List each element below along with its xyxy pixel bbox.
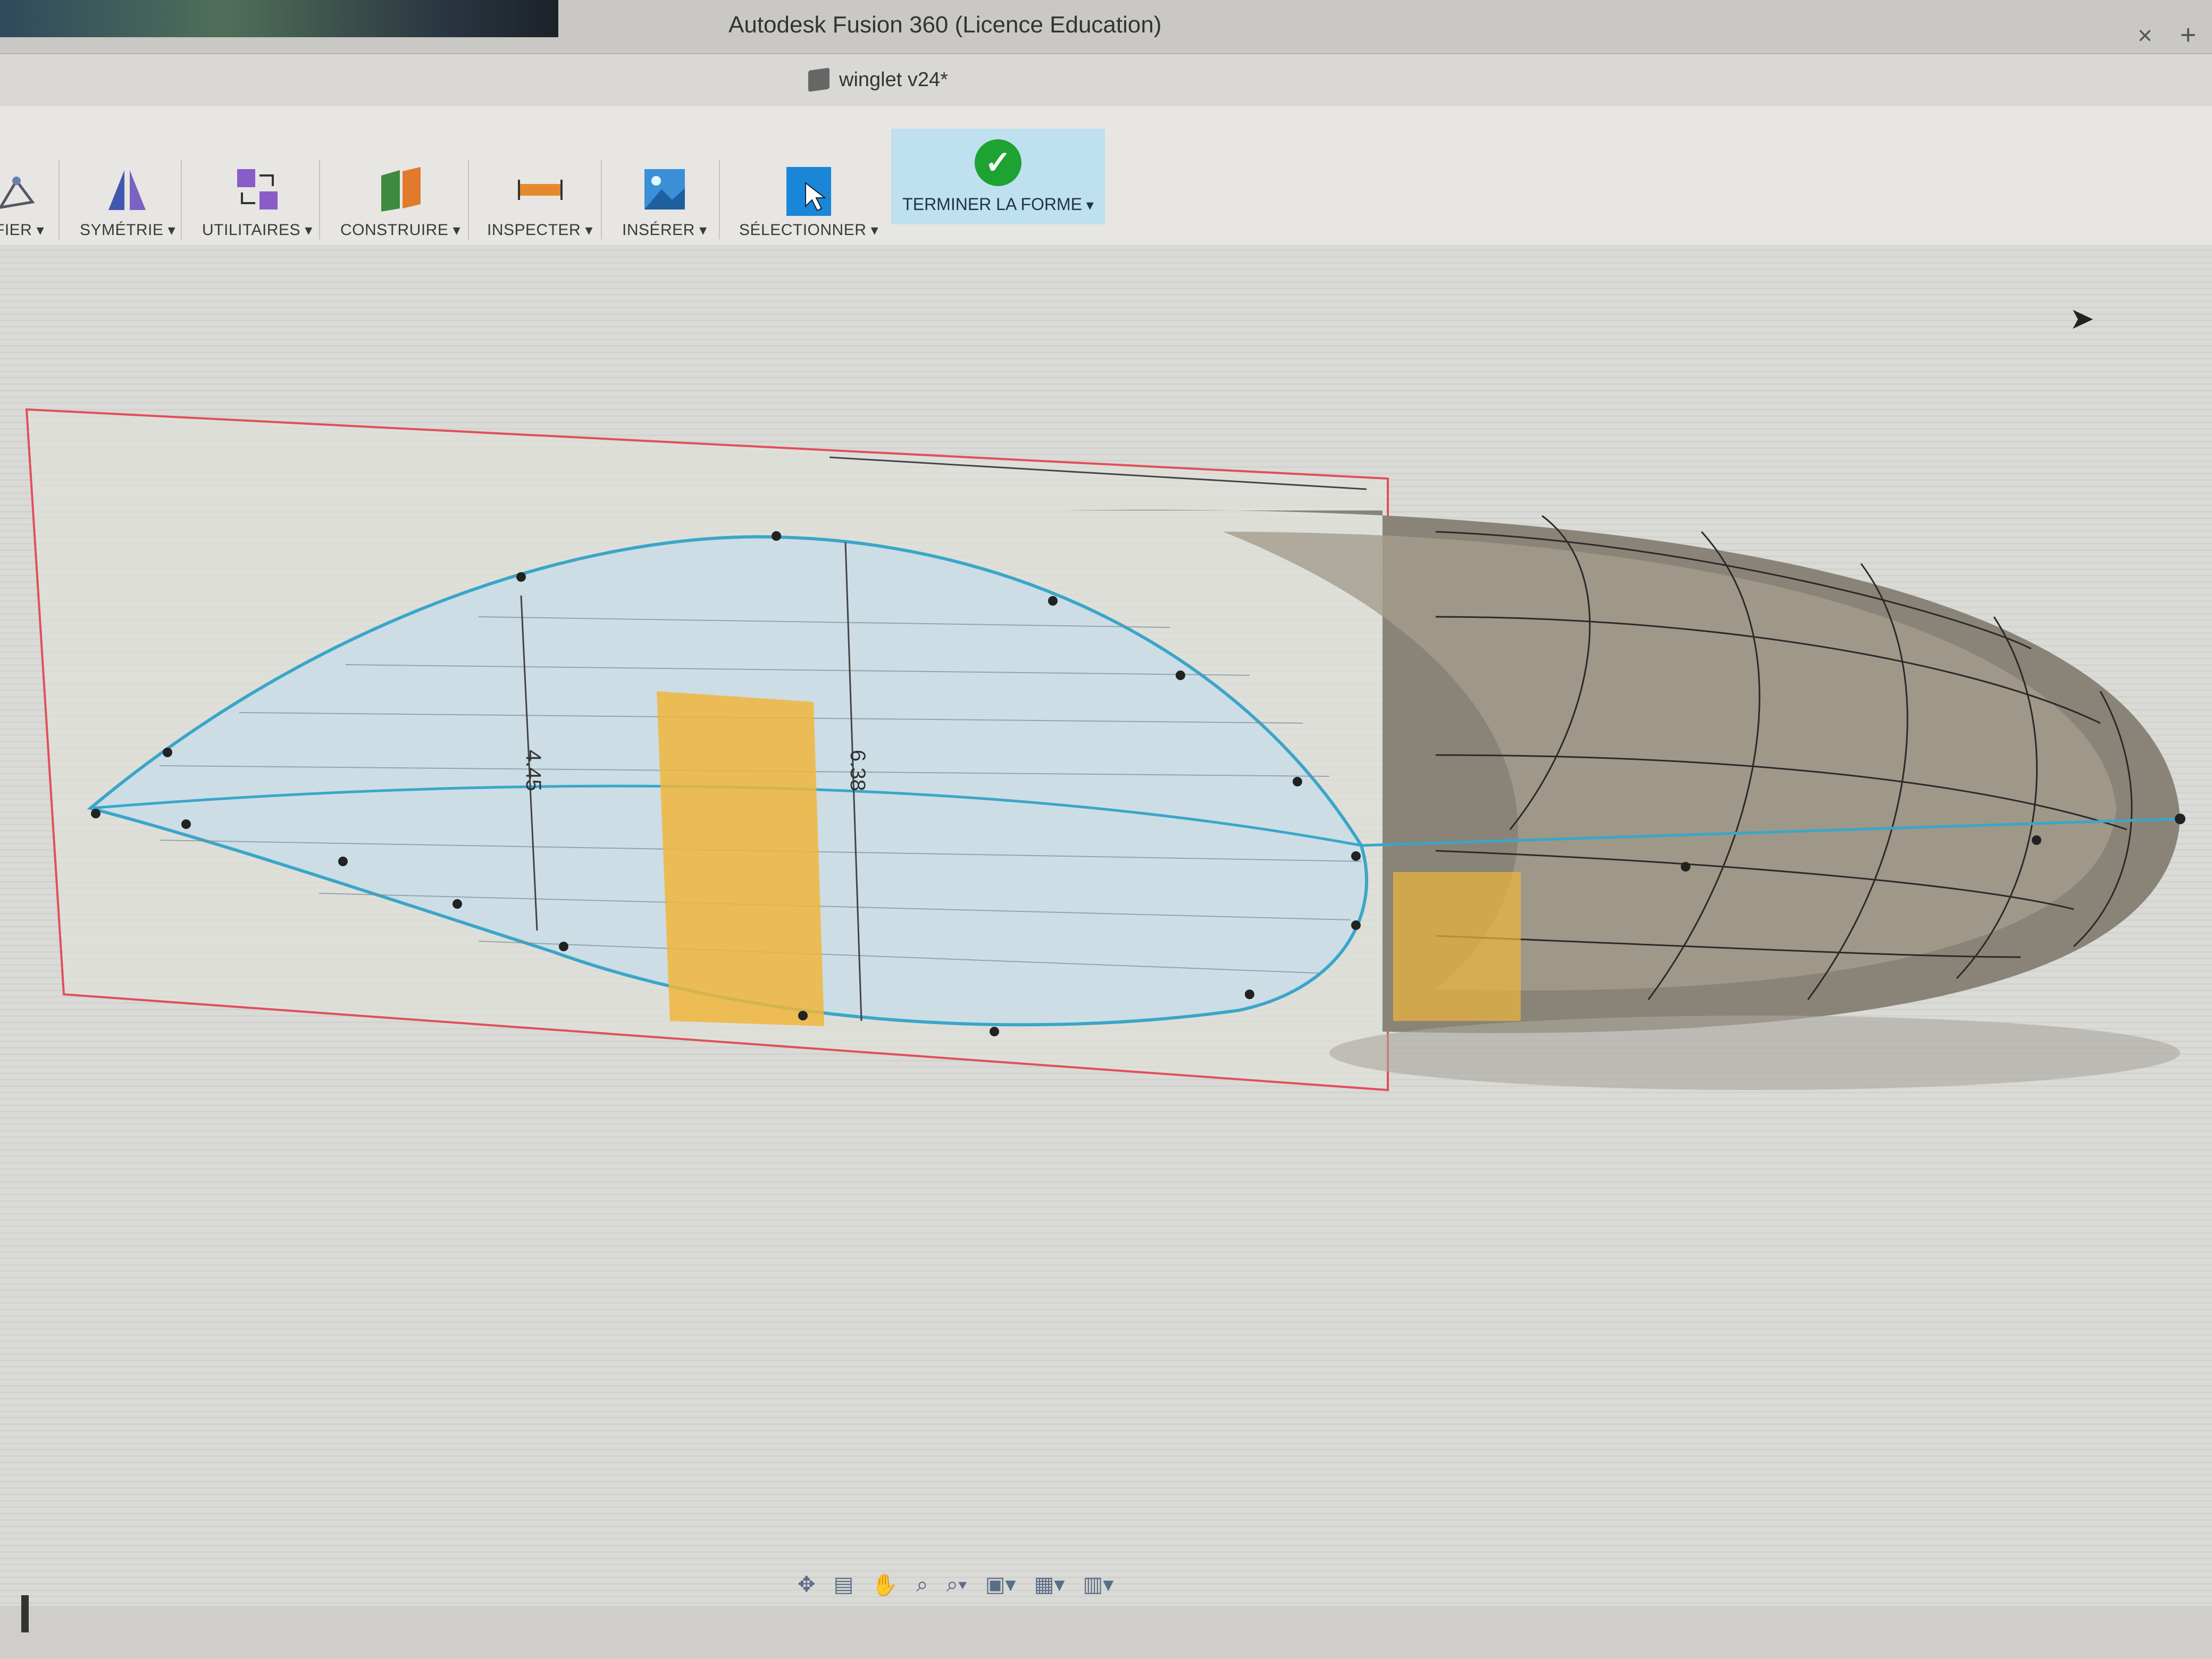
toolbar-separator xyxy=(601,160,602,239)
tool-inspect[interactable]: INSPECTER xyxy=(487,128,593,239)
3d-viewport[interactable]: 4.45 6.38 xyxy=(0,245,2212,1606)
tool-label: SÉLECTIONNER xyxy=(739,221,878,239)
document-tab[interactable]: winglet v24* xyxy=(808,63,948,97)
mouse-cursor: ➤ xyxy=(2069,301,2094,335)
new-tab-button[interactable]: + xyxy=(2180,19,2196,51)
tool-insert[interactable]: INSÉRER xyxy=(622,128,707,239)
timeline[interactable] xyxy=(0,1606,2212,1659)
model-shadow xyxy=(1329,1016,2180,1090)
document-tab-label: winglet v24* xyxy=(839,68,948,91)
document-cube-icon xyxy=(808,68,830,92)
toolbar-separator xyxy=(319,160,320,239)
display-icon[interactable]: ▣▾ xyxy=(985,1572,1016,1597)
utilities-icon xyxy=(233,165,282,214)
dimension-label-a[interactable]: 4.45 xyxy=(522,750,545,791)
pan-icon[interactable]: ▤ xyxy=(834,1572,854,1597)
insert-icon xyxy=(640,165,689,214)
toolbar-separator xyxy=(58,160,60,239)
navigation-bar: ✥ ▤ ✋ ⌕ ⌕▾ ▣▾ ▦▾ ▥▾ xyxy=(798,1563,1113,1606)
timeline-marker[interactable] xyxy=(21,1595,29,1632)
tool-label: UTILITAIRES xyxy=(202,221,313,239)
tool-modify[interactable]: FIER xyxy=(0,128,44,239)
selected-face-tip[interactable] xyxy=(1393,872,1521,1021)
tool-select[interactable]: SÉLECTIONNER xyxy=(739,128,878,239)
toolbar-separator xyxy=(719,160,720,239)
inspect-icon xyxy=(516,165,565,214)
construct-icon xyxy=(376,165,425,214)
tool-symmetry[interactable]: SYMÉTRIE xyxy=(80,128,175,239)
tool-construct[interactable]: CONSTRUIRE xyxy=(340,128,460,239)
window-title: Autodesk Fusion 360 (Licence Education) xyxy=(728,12,1162,38)
tool-label: INSÉRER xyxy=(622,221,707,239)
select-icon xyxy=(784,165,833,216)
tool-utilities[interactable]: UTILITAIRES xyxy=(202,128,313,239)
modify-icon xyxy=(0,165,44,214)
checkmark-icon: ✓ xyxy=(975,139,1021,186)
finish-form-button[interactable]: ✓ TERMINER LA FORME xyxy=(891,129,1105,224)
symmetry-icon xyxy=(103,165,152,214)
toolbar-separator xyxy=(181,160,182,239)
tool-label: FIER xyxy=(0,221,44,239)
tool-label: INSPECTER xyxy=(487,221,593,239)
viewport-icon[interactable]: ▥▾ xyxy=(1083,1572,1113,1597)
dimension-label-b[interactable]: 6.38 xyxy=(846,750,869,791)
desktop-background xyxy=(0,0,558,37)
tool-label: SYMÉTRIE xyxy=(80,221,175,239)
toolbar xyxy=(0,106,2212,246)
tool-label: CONSTRUIRE xyxy=(340,221,460,239)
selected-face[interactable] xyxy=(657,691,824,1026)
orbit-icon[interactable]: ✥ xyxy=(798,1572,816,1597)
zoom-icon[interactable]: ⌕ xyxy=(916,1573,928,1597)
finish-form-label: TERMINER LA FORME xyxy=(902,195,1094,214)
model-canvas[interactable]: 4.45 6.38 xyxy=(0,245,2212,1606)
close-button[interactable]: × xyxy=(2138,21,2152,51)
grid-icon[interactable]: ▦▾ xyxy=(1034,1572,1065,1597)
toolbar-separator xyxy=(468,160,469,239)
hand-icon[interactable]: ✋ xyxy=(872,1572,898,1597)
zoom-window-icon[interactable]: ⌕▾ xyxy=(946,1573,967,1597)
